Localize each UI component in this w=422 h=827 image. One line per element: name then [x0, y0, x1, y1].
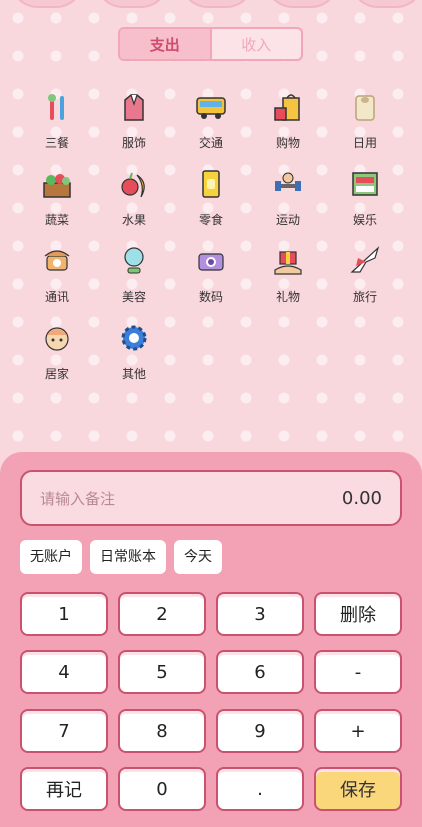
category-label: 蔬菜 [44, 213, 69, 227]
key-2[interactable]: 2 [118, 592, 206, 636]
camera-icon [198, 253, 224, 271]
category-label: 礼物 [275, 290, 300, 304]
gift-icon [274, 251, 302, 275]
fruit-icon [121, 172, 145, 198]
key-3[interactable]: 3 [216, 592, 304, 636]
category-daily[interactable]: 日用 [326, 90, 404, 156]
record-again-button[interactable]: 再记 [20, 767, 108, 811]
top-decoration [0, 0, 422, 8]
category-vegetables[interactable]: 蔬菜 [18, 167, 96, 233]
category-label: 通讯 [44, 290, 69, 304]
category-label: 水果 [121, 213, 146, 227]
key-9[interactable]: 9 [216, 709, 304, 753]
minus-button[interactable]: - [314, 650, 402, 694]
category-fruit[interactable]: 水果 [95, 167, 173, 233]
category-label: 服饰 [121, 136, 146, 150]
key-7[interactable]: 7 [20, 709, 108, 753]
category-label: 运动 [275, 213, 300, 227]
category-label: 购物 [275, 136, 300, 150]
note-amount-field[interactable]: 请输入备注 0.00 [20, 470, 402, 526]
save-button[interactable]: 保存 [314, 767, 402, 811]
home-face-icon [45, 327, 69, 351]
key-5[interactable]: 5 [118, 650, 206, 694]
category-label: 娱乐 [352, 213, 377, 227]
key-6[interactable]: 6 [216, 650, 304, 694]
category-label: 其他 [121, 367, 146, 381]
category-snacks[interactable]: 零食 [172, 167, 250, 233]
dumbbell-icon [275, 172, 301, 191]
clothing-icon [124, 94, 144, 121]
category-sports[interactable]: 运动 [249, 167, 327, 233]
airplane-icon [350, 246, 380, 273]
category-meals[interactable]: 三餐 [18, 90, 96, 156]
tab-income[interactable]: 收入 [212, 29, 302, 59]
account-selector[interactable]: 无账户 [20, 540, 82, 574]
category-home[interactable]: 居家 [18, 321, 96, 387]
key-8[interactable]: 8 [118, 709, 206, 753]
toilet-paper-icon [355, 95, 375, 121]
delete-button[interactable]: 删除 [314, 592, 402, 636]
category-label: 数码 [198, 290, 223, 304]
category-label: 交通 [198, 136, 223, 150]
category-transport[interactable]: 交通 [172, 90, 250, 156]
key-0[interactable]: 0 [118, 767, 206, 811]
category-communication[interactable]: 通讯 [18, 244, 96, 310]
category-label: 居家 [44, 367, 69, 381]
telephone-icon [44, 250, 70, 271]
book-selector[interactable]: 日常账本 [90, 540, 166, 574]
vegetable-basket-icon [43, 174, 71, 198]
date-selector[interactable]: 今天 [174, 540, 222, 574]
category-other[interactable]: 其他 [95, 321, 173, 387]
category-label: 旅行 [352, 290, 377, 304]
category-entertainment[interactable]: 娱乐 [326, 167, 404, 233]
gear-icon [121, 325, 147, 351]
entertainment-icon [352, 172, 378, 196]
category-label: 美容 [121, 290, 146, 304]
note-input[interactable]: 请输入备注 [40, 488, 115, 509]
utensils-icon [48, 94, 64, 120]
category-digital[interactable]: 数码 [172, 244, 250, 310]
amount-display: 0.00 [341, 487, 382, 509]
category-beauty[interactable]: 美容 [95, 244, 173, 310]
plus-button[interactable]: + [314, 709, 402, 753]
key-1[interactable]: 1 [20, 592, 108, 636]
category-label: 零食 [198, 213, 223, 227]
category-label: 三餐 [44, 136, 69, 150]
category-travel[interactable]: 旅行 [326, 244, 404, 310]
snack-icon [202, 170, 220, 198]
type-tabs: 支出 收入 [118, 27, 303, 61]
category-label: 日用 [352, 136, 377, 150]
tab-expense[interactable]: 支出 [120, 29, 212, 59]
category-gifts[interactable]: 礼物 [249, 244, 327, 310]
shopping-bag-icon [274, 94, 300, 121]
key-dot[interactable]: . [216, 767, 304, 811]
option-chips: 无账户 日常账本 今天 [20, 540, 222, 574]
category-shopping[interactable]: 购物 [249, 90, 327, 156]
category-clothing[interactable]: 服饰 [95, 90, 173, 156]
bus-icon [196, 97, 226, 119]
mirror-icon [124, 247, 144, 274]
key-4[interactable]: 4 [20, 650, 108, 694]
